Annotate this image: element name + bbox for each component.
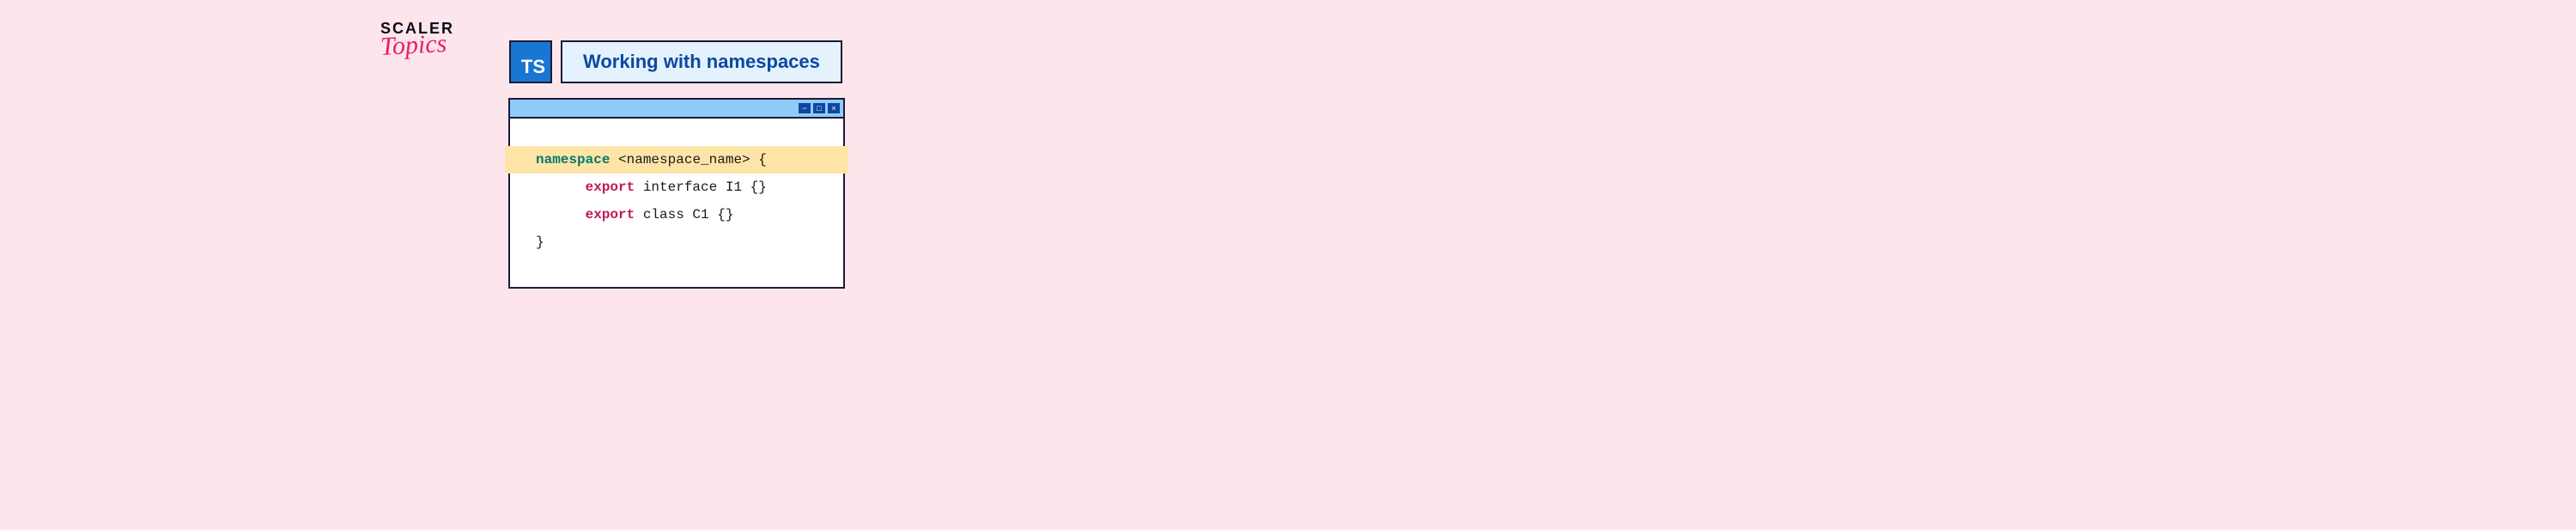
code-line-2: export interface I1 {} <box>510 174 843 201</box>
badge-text: TS <box>521 56 545 78</box>
code-body: namespace <namespace_name> { export inte… <box>510 119 843 287</box>
interface-decl: interface I1 {} <box>635 180 767 195</box>
page-title: Working with namespaces <box>583 51 820 73</box>
typescript-badge-icon: TS <box>509 40 552 83</box>
minimize-icon[interactable]: − <box>799 103 811 113</box>
close-icon[interactable]: × <box>828 103 840 113</box>
code-line-1: namespace <namespace_name> { <box>505 146 848 174</box>
keyword-export: export <box>586 207 635 222</box>
title-box: Working with namespaces <box>561 40 842 83</box>
code-line-4: } <box>510 228 843 256</box>
keyword-export: export <box>586 180 635 195</box>
keyword-namespace: namespace <box>536 152 610 168</box>
logo-line2: Topics <box>380 29 447 62</box>
window-titlebar: − □ × <box>510 100 843 119</box>
brand-logo: SCALER Topics <box>380 20 454 60</box>
namespace-placeholder: <namespace_name> { <box>610 152 766 168</box>
class-decl: class C1 {} <box>635 207 733 222</box>
code-line-3: export class C1 {} <box>510 201 843 228</box>
maximize-icon[interactable]: □ <box>813 103 825 113</box>
code-window: − □ × namespace <namespace_name> { expor… <box>508 98 845 289</box>
header-row: TS Working with namespaces <box>509 40 842 83</box>
